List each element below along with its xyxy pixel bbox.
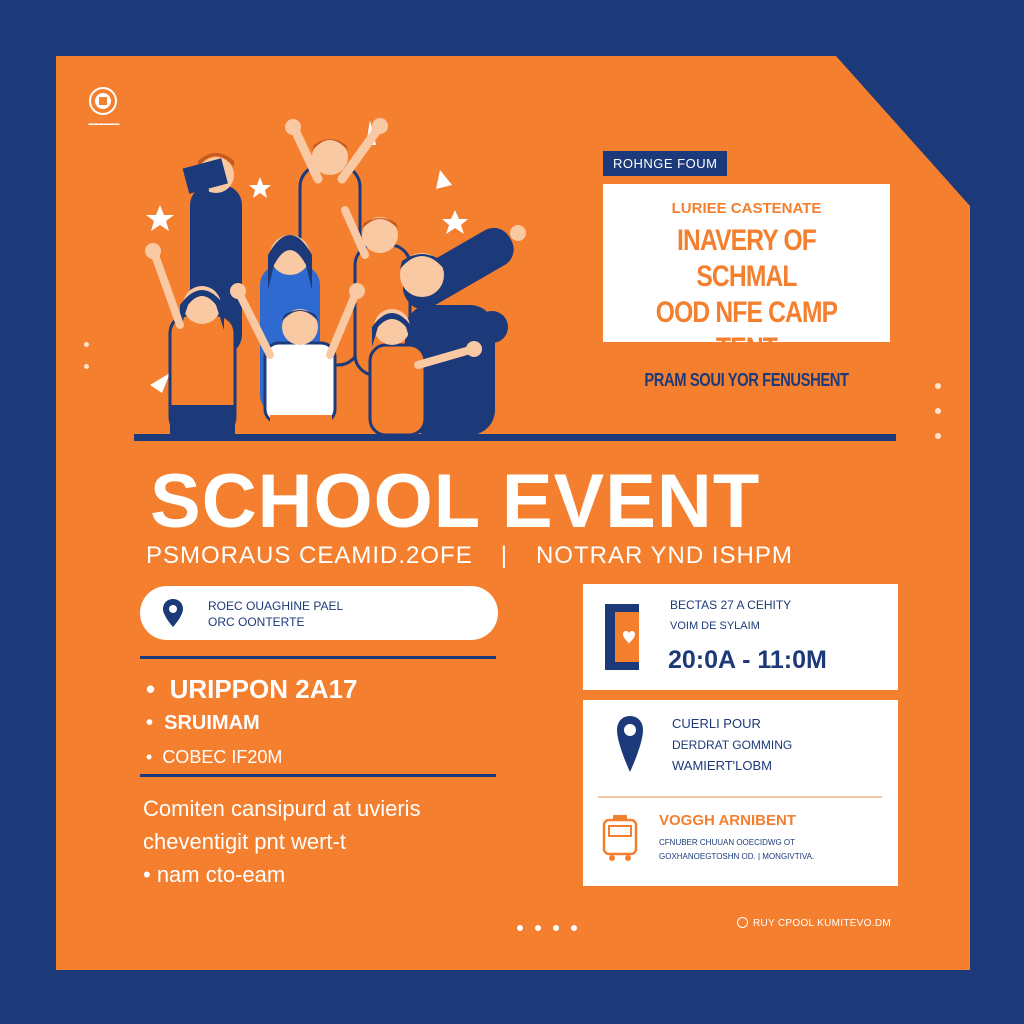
description-line-2: cheventigit pnt wert-t bbox=[143, 829, 346, 854]
illustration-baseline bbox=[134, 434, 896, 441]
transport-title: VOGGH ARNIBENT bbox=[659, 812, 796, 829]
venue-divider bbox=[598, 796, 882, 798]
divider-top bbox=[140, 656, 496, 659]
cheering-students-illustration bbox=[145, 118, 526, 437]
calendar-icon bbox=[605, 604, 639, 670]
venue-card: CUERLI POUR DERDRAT GOMMING WAMIERT'LOBM… bbox=[583, 700, 898, 886]
location-line-2: ORC OONTERTE bbox=[208, 615, 305, 629]
transport-line-1: CFNUBER CHUUAN OOECIDWG OT bbox=[659, 838, 795, 847]
map-pin-icon bbox=[617, 716, 643, 772]
subline-separator: | bbox=[500, 542, 508, 569]
list-item: • SRUIMAM bbox=[146, 712, 260, 734]
time-card-line-2: VOIM DE SYLAIM bbox=[670, 620, 760, 632]
subline-right: NOTRAR YND ISHPM bbox=[535, 542, 793, 569]
description-line-3: • nam cto-eam bbox=[143, 862, 286, 887]
list-item: • COBEC IF20M bbox=[146, 747, 283, 767]
info-headline-line-2: OOD NFE CAMP TENT bbox=[655, 296, 838, 365]
info-subline: PRAM SOUI YOR FENUSHENT bbox=[644, 370, 849, 390]
subline-left: PSMORAUS CEAMID.2OFE bbox=[146, 542, 473, 569]
event-time: 20:0A - 11:0M bbox=[668, 646, 827, 674]
page-title: SCHOOL EVENT bbox=[150, 459, 761, 544]
info-headline-line-1: INAVERY OF SCHMAL bbox=[677, 224, 817, 293]
event-subline: PSMORAUS CEAMID.2OFE | NOTRAR YND ISHPM bbox=[146, 542, 906, 570]
school-logo-caption: ▬▬▬▬▬▬ bbox=[88, 121, 120, 127]
venue-line-3: WAMIERT'LOBM bbox=[672, 758, 772, 773]
globe-icon bbox=[737, 917, 748, 928]
pager-dots bbox=[517, 918, 589, 936]
decorative-dots-left bbox=[84, 342, 89, 386]
venue-line-1: CUERLI POUR bbox=[672, 716, 761, 731]
event-tag: ROHNGE FOUM bbox=[603, 151, 728, 176]
time-card: BECTAS 27 A CEHITY VOIM DE SYLAIM 20:0A … bbox=[583, 584, 898, 690]
footer-website: RUY CPOOL KUMITEVO.DM bbox=[737, 917, 891, 929]
bus-icon bbox=[602, 815, 638, 861]
location-pill: ROEC OUAGHINE PAEL ORC OONTERTE bbox=[140, 586, 498, 640]
transport-line-2: GOXHANOEGTOSHN OD. | MONGIVTIVA. bbox=[659, 852, 815, 861]
location-line-1: ROEC OUAGHINE PAEL bbox=[208, 599, 344, 613]
info-box: LURIEE CASTENATE INAVERY OF SCHMAL OOD N… bbox=[603, 184, 890, 390]
school-logo-icon bbox=[89, 87, 117, 115]
list-item: • URIPPON 2A17 bbox=[146, 674, 358, 704]
decorative-dots-right bbox=[935, 383, 941, 458]
description-line-1: Comiten cansipurd at uvieris bbox=[143, 796, 421, 821]
highlights-list: • URIPPON 2A17 • SRUIMAM • COBEC IF20M bbox=[146, 672, 357, 774]
event-description: Comiten cansipurd at uvieris cheventigit… bbox=[143, 792, 503, 891]
time-card-line-1: BECTAS 27 A CEHITY bbox=[670, 598, 792, 612]
divider-bottom bbox=[140, 774, 496, 777]
info-kicker: LURIEE CASTENATE bbox=[671, 200, 822, 217]
venue-line-2: DERDRAT GOMMING bbox=[672, 738, 793, 752]
footer-text: RUY CPOOL KUMITEVO.DM bbox=[753, 918, 891, 929]
map-pin-icon bbox=[163, 599, 183, 627]
